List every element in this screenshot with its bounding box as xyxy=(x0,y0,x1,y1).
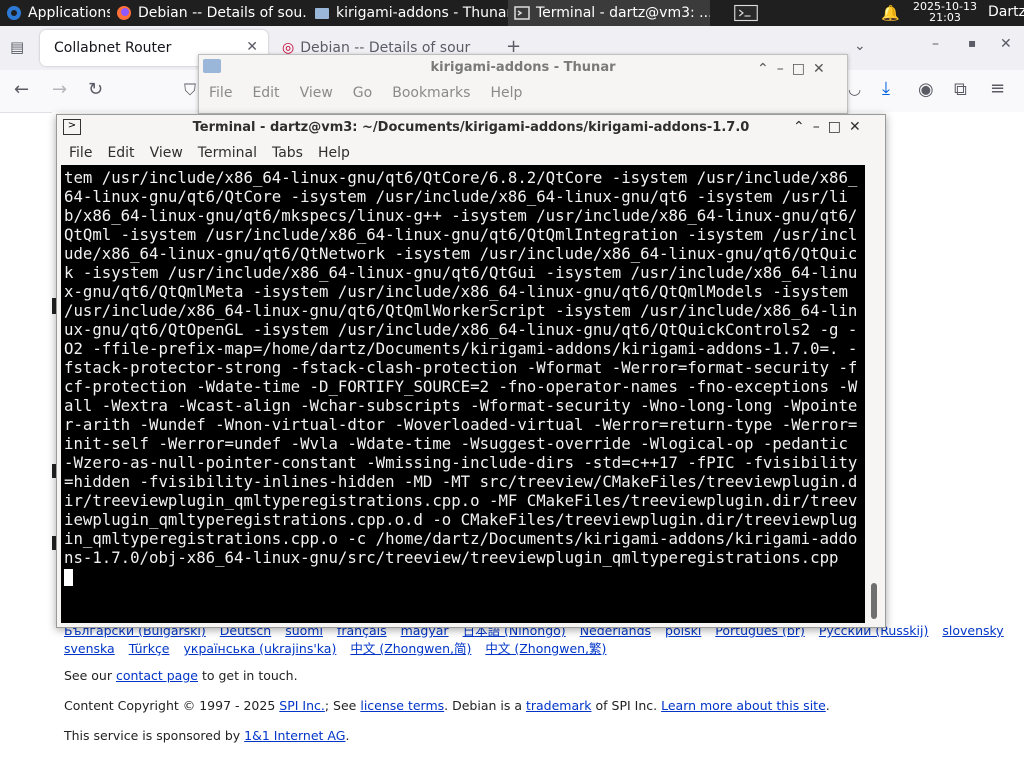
lang-link[interactable]: Türkçe xyxy=(129,641,170,656)
menu-help[interactable]: Help xyxy=(490,85,522,101)
task-firefox[interactable]: Debian -- Details of sou... xyxy=(110,0,308,26)
contact-text: to get in touch. xyxy=(197,668,298,683)
top-panel: Applications ☰ Debian -- Details of sou.… xyxy=(0,0,1024,26)
terminal-title: Terminal - dartz@vm3: ~/Documents/kiriga… xyxy=(192,120,750,135)
reload-icon[interactable]: ↻ xyxy=(88,79,103,100)
downloads-icon[interactable]: ⤓ xyxy=(882,78,890,99)
shield-icon[interactable]: ⛉ xyxy=(184,80,196,100)
menu-view[interactable]: View xyxy=(150,145,183,161)
language-list-row-2: svenska Türkçe українська (ukrajins'ka) 中文 … xyxy=(64,638,620,657)
menu-view[interactable]: View xyxy=(300,85,333,101)
firefox-icon xyxy=(117,6,131,20)
lang-link[interactable]: 中文 (Zhongwen,简) xyxy=(350,641,471,656)
lang-link[interactable]: slovensky xyxy=(942,623,1003,638)
applications-menu-button[interactable]: Applications ☰ xyxy=(0,0,110,26)
license-terms-link[interactable]: license terms xyxy=(360,698,444,713)
minimize-icon[interactable]: – xyxy=(813,119,820,135)
terminal-workspace-icon xyxy=(734,4,758,22)
menu-edit[interactable]: Edit xyxy=(107,145,134,161)
terminal-screen[interactable]: tem /usr/include/x86_64-linux-gnu/qt6/Qt… xyxy=(61,165,865,623)
close-icon[interactable]: ✕ xyxy=(813,61,825,77)
workspace-switcher[interactable] xyxy=(728,0,764,26)
xfce-logo-icon xyxy=(7,6,21,20)
learn-more-link[interactable]: Learn more about this site xyxy=(661,698,826,713)
applications-label: Applications xyxy=(28,5,110,21)
lang-link[interactable]: українська (ukrajins'ka) xyxy=(184,641,337,656)
task-label: Terminal - dartz@vm3: ... xyxy=(536,5,710,21)
contact-text: See our xyxy=(64,668,116,683)
terminal-icon xyxy=(514,6,530,20)
thunar-window-buttons: ⌃ – □ ✕ xyxy=(757,61,825,77)
trademark-link[interactable]: trademark xyxy=(526,698,592,713)
terminal-output-block: tem /usr/include/x86_64-linux-gnu/qt6/Qt… xyxy=(64,168,862,586)
folder-icon xyxy=(315,8,329,19)
menu-file[interactable]: File xyxy=(209,85,232,101)
menu-bookmarks[interactable]: Bookmarks xyxy=(392,85,470,101)
terminal-menubar: File Edit View Terminal Tabs Help xyxy=(69,145,365,161)
lang-link[interactable]: 中文 (Zhongwen,繁) xyxy=(485,641,606,656)
maximize-icon[interactable]: □ xyxy=(828,119,841,135)
tab-label: Collabnet Router xyxy=(54,40,172,56)
sponsor-link[interactable]: 1&1 Internet AG xyxy=(244,728,345,743)
pocket-icon[interactable]: ◡ xyxy=(848,80,861,98)
close-icon[interactable]: ✕ xyxy=(849,119,861,135)
maximize-icon[interactable]: □ xyxy=(792,61,805,77)
terminal-scrollbar[interactable] xyxy=(867,165,881,623)
forward-icon[interactable]: → xyxy=(52,79,67,100)
close-icon[interactable]: ✕ xyxy=(1000,36,1012,52)
terminal-window: > Terminal - dartz@vm3: ~/Documents/kiri… xyxy=(56,114,886,628)
scrollbar-thumb[interactable] xyxy=(871,583,877,619)
menu-icon[interactable]: ≡ xyxy=(990,78,1005,99)
contact-page-link[interactable]: contact page xyxy=(116,668,198,683)
maximize-icon[interactable]: ▪ xyxy=(968,36,976,50)
terminal-output: tem /usr/include/x86_64-linux-gnu/qt6/Qt… xyxy=(64,168,858,567)
menu-help[interactable]: Help xyxy=(318,145,350,161)
copyright-text: of SPI Inc. xyxy=(591,698,662,713)
sponsor-line: This service is sponsored by 1&1 Interne… xyxy=(64,728,349,743)
task-thunar[interactable]: kirigami-addons - Thunar xyxy=(308,0,508,26)
copyright-text: Content Copyright © 1997 - 2025 xyxy=(64,698,280,713)
close-tab-icon[interactable]: ✕ xyxy=(246,39,258,55)
copyright-line: Content Copyright © 1997 - 2025 SPI Inc.… xyxy=(64,698,830,713)
terminal-window-buttons: ⌃ – □ ✕ xyxy=(793,119,861,135)
menu-go[interactable]: Go xyxy=(353,85,372,101)
spi-link[interactable]: SPI Inc. xyxy=(279,698,325,713)
shade-icon[interactable]: ⌃ xyxy=(757,61,769,77)
task-label: Debian -- Details of sou... xyxy=(138,5,308,21)
menu-file[interactable]: File xyxy=(69,145,92,161)
contact-line: See our contact page to get in touch. xyxy=(64,668,298,683)
tab-list-icon[interactable]: ▤ xyxy=(10,38,24,56)
clock[interactable]: 2025-10-13 21:03 xyxy=(908,1,982,23)
account-icon[interactable]: ◉ xyxy=(918,79,934,100)
minimize-icon[interactable]: – xyxy=(777,61,784,77)
back-icon[interactable]: ← xyxy=(14,79,29,100)
notification-bell-icon[interactable]: 🔔 xyxy=(881,4,900,22)
user-name[interactable]: Dartz xyxy=(988,4,1024,20)
thunar-title: kirigami-addons - Thunar xyxy=(430,60,616,75)
task-label: kirigami-addons - Thunar xyxy=(336,5,508,21)
chevron-down-icon[interactable]: ⌄ xyxy=(854,38,866,54)
terminal-cursor xyxy=(64,569,73,586)
minimize-icon[interactable]: – xyxy=(932,36,939,52)
menu-tabs[interactable]: Tabs xyxy=(272,145,303,161)
sponsor-text: This service is sponsored by xyxy=(64,728,245,743)
copyright-text: ; See xyxy=(324,698,361,713)
shade-icon[interactable]: ⌃ xyxy=(793,119,805,135)
sponsor-text: . xyxy=(345,728,350,743)
lang-link[interactable]: svenska xyxy=(64,641,115,656)
extensions-icon[interactable]: ⧉ xyxy=(954,79,967,100)
thunar-menubar: File Edit View Go Bookmarks Help xyxy=(209,85,542,101)
thunar-window: kirigami-addons - Thunar ⌃ – □ ✕ File Ed… xyxy=(198,54,848,114)
clock-time: 21:03 xyxy=(929,11,961,24)
menu-terminal[interactable]: Terminal xyxy=(198,145,257,161)
menu-edit[interactable]: Edit xyxy=(252,85,279,101)
copyright-text: . Debian is a xyxy=(444,698,526,713)
copyright-text: . xyxy=(825,698,830,713)
task-terminal[interactable]: Terminal - dartz@vm3: ... xyxy=(508,0,710,26)
